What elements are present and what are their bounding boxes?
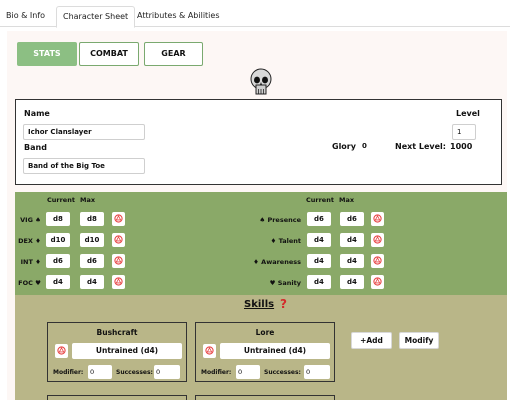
identity-box: Name Ichor Clanslayer Band Band of the B… bbox=[15, 99, 502, 185]
skill-die-select[interactable]: Untrained (d4) bbox=[72, 343, 182, 359]
roll-presence-button[interactable] bbox=[371, 212, 384, 226]
stat-max-talent[interactable]: d4 bbox=[340, 233, 364, 247]
skills-section: Skills ? Bushcraft Untrained (d4) Modifi… bbox=[15, 295, 507, 400]
name-input[interactable]: Ichor Clanslayer bbox=[23, 124, 145, 140]
roll-awareness-button[interactable] bbox=[371, 254, 384, 268]
help-icon[interactable]: ? bbox=[280, 297, 287, 311]
current-header-right: Current bbox=[306, 196, 334, 204]
band-input[interactable]: Band of the Big Toe bbox=[23, 158, 145, 174]
dice-roll-icon bbox=[114, 256, 123, 265]
dice-roll-icon bbox=[57, 346, 66, 355]
roll-skill-button[interactable] bbox=[203, 344, 216, 358]
stat-current-sanity[interactable]: d4 bbox=[307, 275, 331, 289]
stat-label-talent: ♦ Talent bbox=[270, 237, 301, 245]
skill-name: Lore bbox=[255, 328, 275, 337]
roll-skill-button[interactable] bbox=[55, 344, 68, 358]
level-input[interactable]: 1 bbox=[452, 124, 476, 140]
skill-card-partial bbox=[195, 395, 335, 400]
stat-current-int[interactable]: d6 bbox=[46, 254, 70, 268]
stat-label-int: INT ♦ bbox=[20, 258, 41, 266]
roll-talent-button[interactable] bbox=[371, 233, 384, 247]
tab-bio-info[interactable]: Bio & Info bbox=[0, 6, 51, 27]
dice-roll-icon bbox=[373, 256, 382, 265]
modify-skills-button[interactable]: Modify bbox=[399, 332, 439, 349]
stat-max-int[interactable]: d6 bbox=[80, 254, 104, 268]
gear-tab-button[interactable]: GEAR bbox=[144, 42, 203, 66]
character-sheet-panel: STATS COMBAT GEAR Name Ichor Clanslayer … bbox=[7, 31, 507, 400]
skill-card-partial bbox=[47, 395, 187, 400]
dice-roll-icon bbox=[373, 214, 382, 223]
level-label: Level bbox=[456, 109, 480, 118]
successes-label: Successes: bbox=[264, 369, 301, 376]
roll-dex-button[interactable] bbox=[112, 233, 125, 247]
next-level-value: 1000 bbox=[450, 142, 473, 151]
glory-input[interactable]: 0 bbox=[358, 139, 388, 155]
stat-max-vig[interactable]: d8 bbox=[80, 212, 104, 226]
skills-title: Skills bbox=[244, 299, 275, 310]
glory-label: Glory bbox=[332, 142, 356, 151]
skill-card-lore: Lore Untrained (d4) Modifier: 0 Successe… bbox=[195, 322, 335, 382]
successes-label: Successes: bbox=[116, 369, 153, 376]
stat-current-dex[interactable]: d10 bbox=[46, 233, 70, 247]
name-label: Name bbox=[24, 109, 50, 118]
combat-tab-button[interactable]: COMBAT bbox=[79, 42, 139, 66]
successes-input[interactable]: 0 bbox=[154, 365, 180, 379]
current-header-left: Current bbox=[47, 196, 75, 204]
dice-roll-icon bbox=[205, 346, 214, 355]
dice-roll-icon bbox=[373, 277, 382, 286]
band-label: Band bbox=[24, 143, 47, 152]
top-tab-bar: Bio & Info Character Sheet Attributes & … bbox=[0, 0, 510, 28]
roll-foc-button[interactable] bbox=[112, 275, 125, 289]
stat-max-dex[interactable]: d10 bbox=[80, 233, 104, 247]
stat-current-presence[interactable]: d6 bbox=[307, 212, 331, 226]
stats-section: Current Max Current Max VIG ♠ d8 d8 DEX … bbox=[15, 192, 507, 295]
skill-die-select[interactable]: Untrained (d4) bbox=[220, 343, 330, 359]
stat-max-foc[interactable]: d4 bbox=[80, 275, 104, 289]
stat-label-dex: DEX ♦ bbox=[18, 237, 41, 245]
dice-roll-icon bbox=[114, 214, 123, 223]
skill-name: Bushcraft bbox=[96, 328, 138, 337]
modifier-label: Modifier: bbox=[201, 369, 232, 376]
stat-label-awareness: ♦ Awareness bbox=[253, 258, 301, 266]
tab-attributes-abilities[interactable]: Attributes & Abilities bbox=[131, 6, 225, 27]
max-header-right: Max bbox=[339, 196, 355, 204]
max-header-left: Max bbox=[80, 196, 96, 204]
stat-label-foc: FOC ♥ bbox=[18, 279, 41, 287]
skill-card-bushcraft: Bushcraft Untrained (d4) Modifier: 0 Suc… bbox=[47, 322, 187, 382]
modifier-input[interactable]: 0 bbox=[88, 365, 112, 379]
add-skill-button[interactable]: +Add bbox=[351, 332, 392, 349]
dice-roll-icon bbox=[373, 235, 382, 244]
skull-icon bbox=[250, 68, 272, 95]
modifier-label: Modifier: bbox=[53, 369, 84, 376]
roll-vig-button[interactable] bbox=[112, 212, 125, 226]
stat-current-talent[interactable]: d4 bbox=[307, 233, 331, 247]
stat-current-awareness[interactable]: d4 bbox=[307, 254, 331, 268]
stat-max-presence[interactable]: d6 bbox=[340, 212, 364, 226]
tab-character-sheet[interactable]: Character Sheet bbox=[56, 6, 136, 28]
stat-max-sanity[interactable]: d4 bbox=[340, 275, 364, 289]
dice-roll-icon bbox=[114, 277, 123, 286]
stat-current-foc[interactable]: d4 bbox=[46, 275, 70, 289]
stat-current-vig[interactable]: d8 bbox=[46, 212, 70, 226]
stat-label-sanity: ♥ Sanity bbox=[269, 279, 301, 287]
stat-max-awareness[interactable]: d4 bbox=[340, 254, 364, 268]
roll-int-button[interactable] bbox=[112, 254, 125, 268]
modifier-input[interactable]: 0 bbox=[236, 365, 260, 379]
next-level-label: Next Level: bbox=[395, 142, 446, 151]
stat-label-vig: VIG ♠ bbox=[20, 216, 41, 224]
stat-label-presence: ♠ Presence bbox=[259, 216, 301, 224]
dice-roll-icon bbox=[114, 235, 123, 244]
successes-input[interactable]: 0 bbox=[304, 365, 330, 379]
stats-tab-button[interactable]: STATS bbox=[17, 42, 77, 66]
roll-sanity-button[interactable] bbox=[371, 275, 384, 289]
